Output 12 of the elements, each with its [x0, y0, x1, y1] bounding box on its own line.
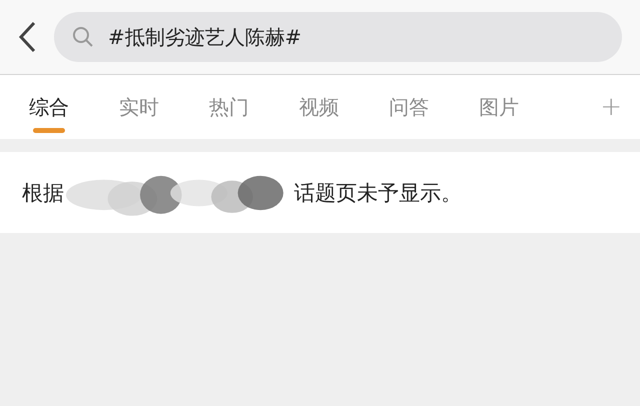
- add-tab-button[interactable]: +: [592, 75, 630, 139]
- tab[interactable]: 热门: [208, 75, 298, 139]
- search-bar[interactable]: #抵制劣迹艺人陈赫#: [54, 12, 622, 62]
- search-icon: [72, 26, 94, 48]
- tab[interactable]: 图片: [478, 75, 568, 139]
- tab[interactable]: 实时: [118, 75, 208, 139]
- tab[interactable]: 视频: [298, 75, 388, 139]
- notice-text: 话题页未予显示。: [294, 180, 462, 206]
- active-tab-indicator: [33, 128, 65, 133]
- tab[interactable]: 问答: [388, 75, 478, 139]
- notice-text: 根据: [22, 180, 64, 206]
- tab[interactable]: 综合: [28, 75, 118, 139]
